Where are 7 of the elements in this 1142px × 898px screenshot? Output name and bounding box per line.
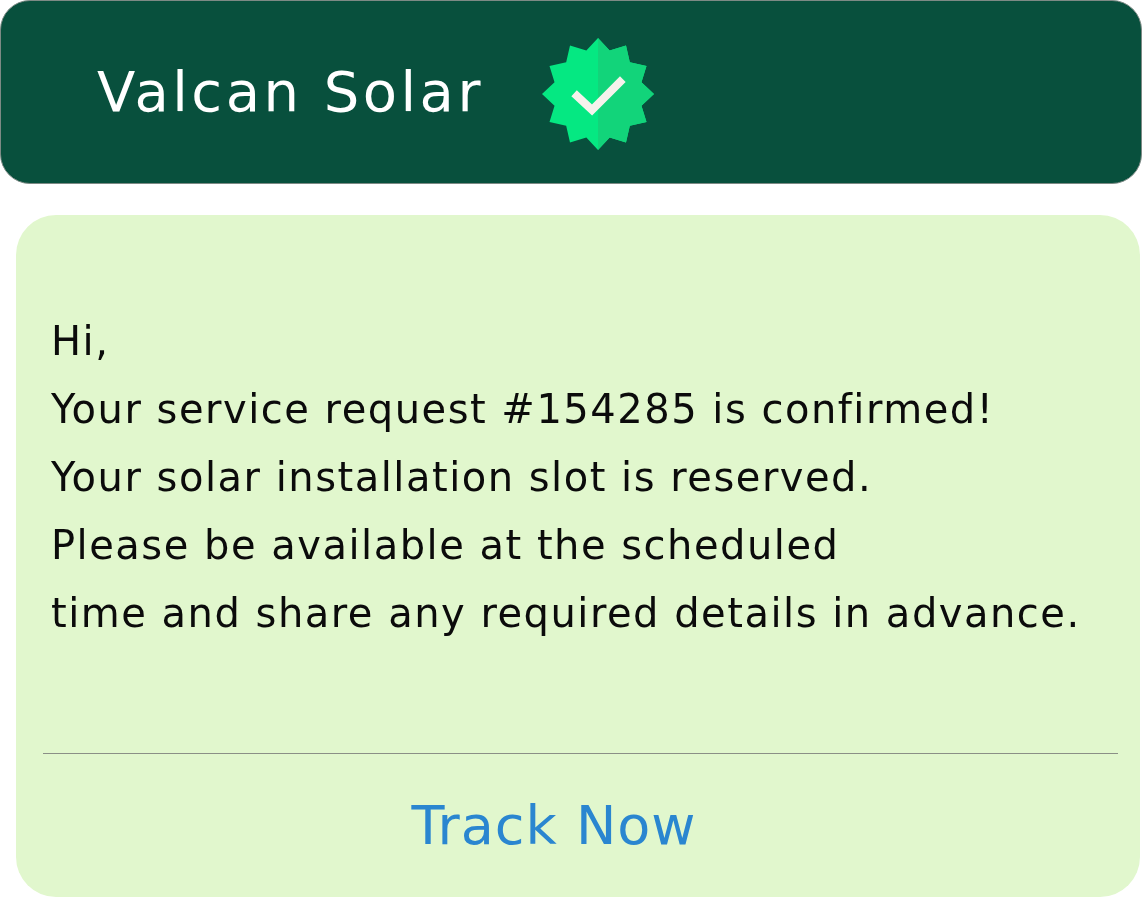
greeting-text: Hi, <box>51 317 110 366</box>
message-text: Your service request #154285 is confirmed! <box>51 385 995 434</box>
message-text: Your solar installation slot is reserved. <box>51 453 873 502</box>
message-text: time and share any required details in advance. <box>51 589 1081 638</box>
message-text: Please be available at the scheduled <box>51 521 840 570</box>
track-now-link[interactable]: Track Now <box>411 794 697 858</box>
brand-title: Valcan Solar <box>97 64 484 120</box>
